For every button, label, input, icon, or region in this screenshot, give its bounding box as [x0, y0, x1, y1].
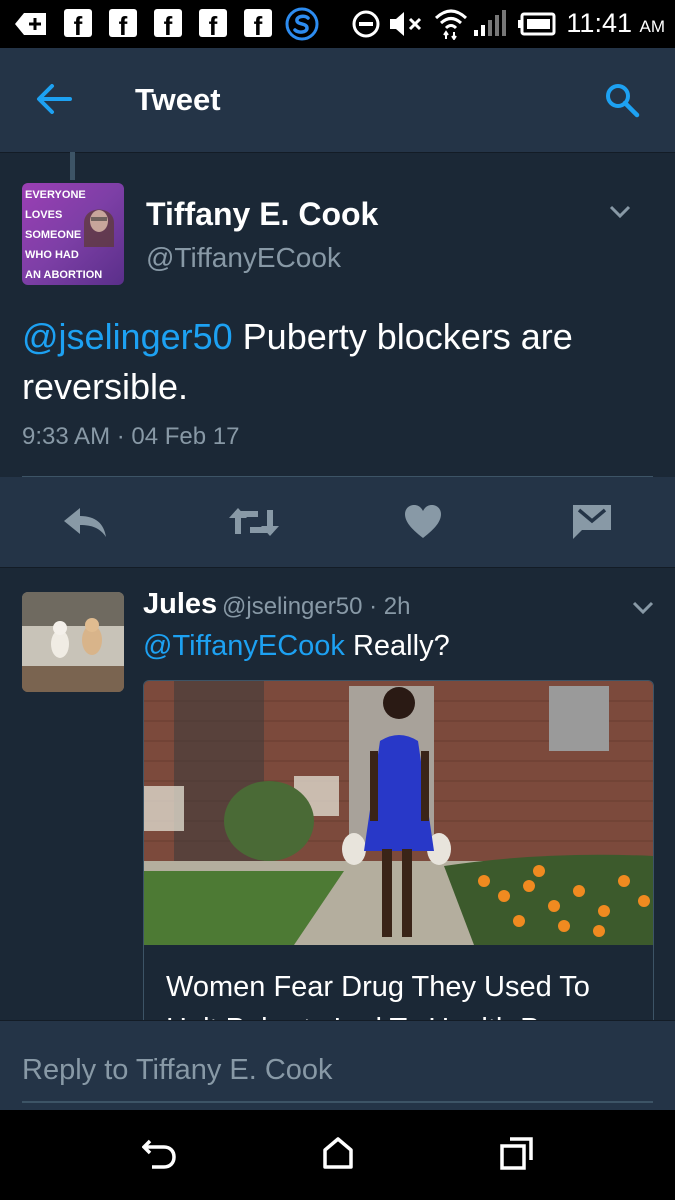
- search-icon[interactable]: [604, 82, 640, 118]
- action-bar: [0, 477, 675, 568]
- facebook-icon: f: [199, 9, 227, 37]
- reply-chevron-down-icon[interactable]: [631, 600, 655, 616]
- like-icon[interactable]: [404, 504, 442, 540]
- add-box-icon: [15, 13, 46, 35]
- card-image: [144, 681, 653, 945]
- page-title: Tweet: [135, 82, 221, 117]
- retweet-icon[interactable]: [228, 504, 280, 540]
- reply-author-name[interactable]: Jules: [143, 588, 217, 621]
- reply-bar: [0, 1020, 675, 1111]
- app-bar: Tweet: [0, 48, 675, 153]
- author-name[interactable]: Tiffany E. Cook: [146, 196, 378, 233]
- avatar-text-line: WHO HAD: [25, 249, 79, 261]
- navigation-bar: [0, 1110, 675, 1200]
- s-app-icon: [285, 7, 319, 41]
- chevron-down-icon[interactable]: [608, 204, 632, 220]
- nav-home-icon[interactable]: [322, 1136, 354, 1170]
- battery-icon: [518, 12, 556, 36]
- do-not-disturb-icon: [352, 10, 380, 38]
- mention-link[interactable]: @jselinger50: [22, 316, 233, 357]
- facebook-icon: f: [64, 9, 92, 37]
- reply-body: Really?: [344, 630, 450, 662]
- reply-text: @TiffanyECook Really?: [143, 630, 450, 663]
- clock: 11:41 AM: [566, 8, 665, 39]
- reply-avatar[interactable]: [22, 592, 124, 692]
- clock-time: 11:41: [566, 8, 632, 38]
- facebook-icon: f: [244, 9, 272, 37]
- thread-line: [70, 152, 75, 180]
- clock-ampm: AM: [639, 17, 666, 36]
- avatar-text-line: LOVES: [25, 209, 63, 221]
- reply-input[interactable]: [22, 1039, 653, 1103]
- timestamp: 9:33 AM · 04 Feb 17: [22, 423, 240, 450]
- nav-recents-icon[interactable]: [500, 1136, 534, 1170]
- facebook-icon: f: [154, 9, 182, 37]
- link-card[interactable]: Women Fear Drug They Used To Halt Pubert…: [143, 680, 654, 1042]
- avatar-text-line: AN ABORTION: [25, 269, 103, 281]
- avatar-text-line: SOMEONE: [25, 229, 82, 241]
- reply-mention-link[interactable]: @TiffanyECook: [143, 630, 345, 662]
- facebook-icon: f: [109, 9, 137, 37]
- reply-icon[interactable]: [62, 504, 108, 540]
- status-bar: f f f f f 11:41 AM: [0, 0, 675, 48]
- reply-avatar-photo: [22, 592, 124, 692]
- reply-author-meta[interactable]: @jselinger50 · 2h: [222, 593, 410, 621]
- direct-message-icon[interactable]: [572, 504, 612, 540]
- avatar-text-line: EVERYONE: [25, 189, 86, 201]
- mute-icon: [390, 12, 422, 36]
- wifi-icon: [434, 9, 468, 40]
- author-handle[interactable]: @TiffanyECook: [146, 242, 341, 274]
- nav-back-icon[interactable]: [142, 1138, 176, 1170]
- avatar-portrait: [84, 209, 114, 247]
- avatar[interactable]: EVERYONE LOVES SOMEONE WHO HAD AN ABORTI…: [22, 183, 124, 285]
- signal-icon: [474, 10, 506, 36]
- tweet-text: @jselinger50 Puberty blockers are revers…: [22, 312, 642, 412]
- back-arrow-icon[interactable]: [36, 84, 72, 114]
- card-photo: [144, 681, 653, 945]
